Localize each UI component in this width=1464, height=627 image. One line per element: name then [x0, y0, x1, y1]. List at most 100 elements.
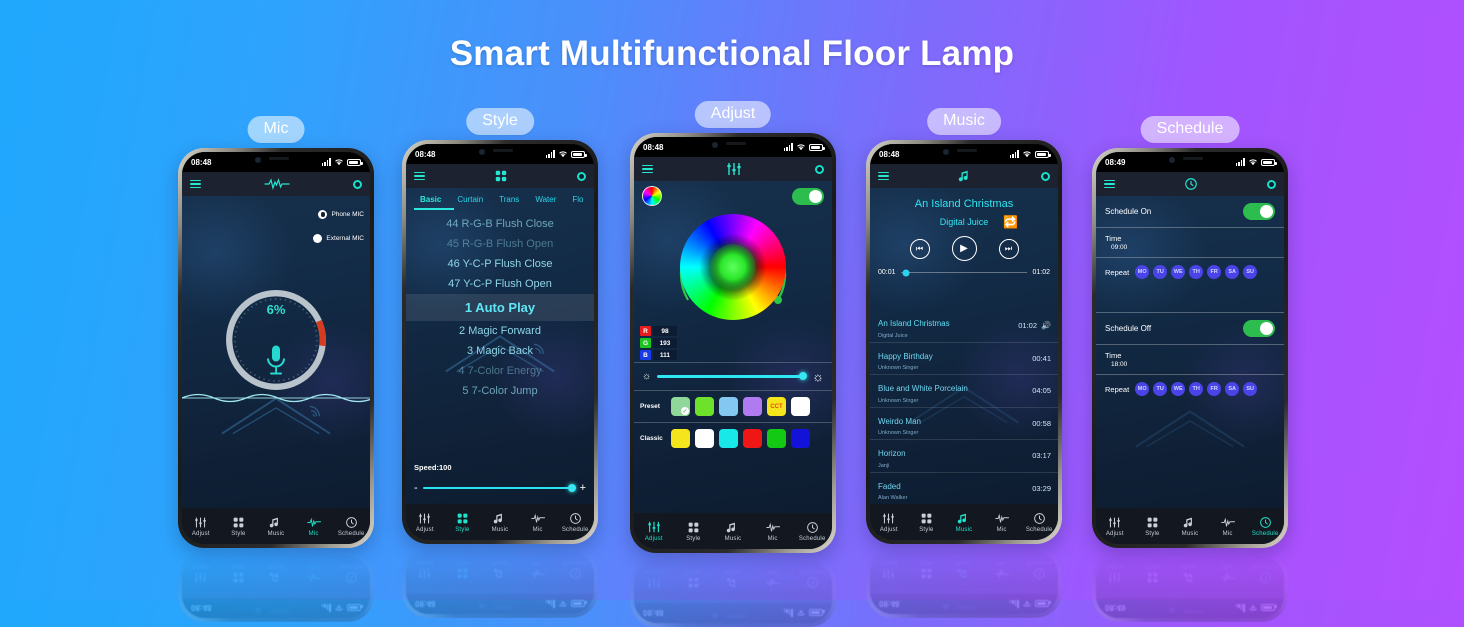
brightness-track[interactable]: [657, 372, 808, 381]
sidebar-item-style[interactable]: Style: [674, 521, 714, 542]
sidebar-item-music[interactable]: Music: [945, 512, 983, 533]
preset-swatch-3[interactable]: [743, 397, 762, 416]
speed-plus-button[interactable]: +: [580, 482, 586, 494]
preset-swatch-0[interactable]: ✓: [671, 397, 690, 416]
progress-knob[interactable]: [902, 269, 910, 276]
list-item[interactable]: Happy Birthday Unknown Singer 00:41: [870, 343, 1058, 375]
speed-slider[interactable]: - +: [414, 482, 586, 494]
sidebar-item-adjust[interactable]: Adjust: [1096, 516, 1134, 537]
sidebar-item-schedule[interactable]: Schedule: [1246, 564, 1284, 585]
preset-swatch-cct[interactable]: CCT: [767, 397, 786, 416]
sidebar-item-mic[interactable]: Mic: [519, 560, 557, 581]
tab-basic[interactable]: Basic: [412, 195, 449, 204]
sidebar-item-music[interactable]: Music: [713, 521, 753, 542]
preset-swatch-1[interactable]: [695, 397, 714, 416]
power-icon[interactable]: [815, 586, 824, 596]
list-item[interactable]: Blue and White Porcelain Unknown Singer …: [870, 375, 1058, 408]
day-mo[interactable]: MO: [1135, 265, 1150, 279]
sidebar-item-music[interactable]: Music: [481, 512, 519, 533]
power-icon[interactable]: [1041, 171, 1050, 181]
sidebar-item-adjust[interactable]: Adjust: [634, 568, 674, 590]
list-item[interactable]: 47 Y-C-P Flush Open: [406, 274, 594, 294]
sidebar-item-adjust[interactable]: Adjust: [634, 520, 674, 542]
sidebar-item-schedule[interactable]: Schedule: [556, 560, 594, 581]
power-icon[interactable]: [815, 164, 824, 174]
list-item[interactable]: 46 Y-C-P Flush Close: [406, 254, 594, 274]
sidebar-item-music[interactable]: Music: [713, 569, 753, 590]
sidebar-item-schedule[interactable]: Schedule: [332, 564, 370, 585]
color-picker-icon[interactable]: [642, 186, 662, 206]
preset-swatch-5[interactable]: [791, 397, 810, 416]
power-icon[interactable]: [1267, 581, 1276, 591]
schedule-on-toggle[interactable]: [1243, 203, 1275, 220]
sidebar-item-music[interactable]: Music: [1171, 564, 1209, 585]
hamburger-icon[interactable]: [1104, 581, 1115, 591]
hamburger-icon[interactable]: [642, 164, 653, 174]
sidebar-item-style[interactable]: Style: [220, 516, 258, 537]
power-icon[interactable]: [577, 577, 586, 587]
day-we[interactable]: WE: [1171, 265, 1186, 279]
day-su[interactable]: SU: [1243, 265, 1258, 279]
classic-swatch-3[interactable]: [743, 429, 762, 448]
schedule-off-row[interactable]: Schedule Off: [1096, 313, 1284, 344]
day-fr[interactable]: FR: [1207, 265, 1222, 279]
hamburger-icon[interactable]: [642, 586, 653, 596]
sidebar-item-adjust[interactable]: Adjust: [1096, 564, 1134, 585]
list-item[interactable]: 45 R-G-B Flush Open: [406, 234, 594, 254]
classic-swatch-1[interactable]: [695, 429, 714, 448]
sidebar-item-mic[interactable]: Mic: [1209, 564, 1247, 585]
sidebar-item-style[interactable]: Style: [1134, 516, 1172, 537]
progress-track[interactable]: [900, 269, 1028, 276]
preset-swatch-2[interactable]: [719, 397, 738, 416]
sidebar-item-mic[interactable]: Mic: [1209, 516, 1247, 537]
hamburger-icon[interactable]: [1104, 179, 1115, 189]
color-wheel[interactable]: [674, 208, 792, 326]
classic-swatch-5[interactable]: [791, 429, 810, 448]
radio-phone-mic[interactable]: Phone MIC: [318, 210, 364, 219]
sidebar-item-schedule[interactable]: Schedule: [1020, 512, 1058, 533]
classic-swatch-2[interactable]: [719, 429, 738, 448]
sidebar-item-mic[interactable]: Mic: [753, 569, 793, 590]
hamburger-icon[interactable]: [190, 581, 201, 591]
sidebar-item-music[interactable]: Music: [481, 560, 519, 581]
power-icon[interactable]: [353, 581, 362, 591]
schedule-on-time-value[interactable]: 09:00: [1096, 244, 1284, 257]
sidebar-item-style[interactable]: Style: [1134, 564, 1172, 585]
skip-forward-icon[interactable]: ⏭: [998, 238, 1019, 259]
brightness-knob[interactable]: [799, 372, 808, 381]
hamburger-icon[interactable]: [878, 171, 889, 181]
sidebar-item-style[interactable]: Style: [908, 560, 946, 581]
repeat-icon[interactable]: 🔁: [1003, 215, 1018, 229]
tab-trans[interactable]: Trans: [491, 195, 527, 204]
hamburger-icon[interactable]: [878, 577, 889, 587]
speed-knob[interactable]: [567, 483, 576, 492]
list-item[interactable]: 44 R-G-B Flush Close: [406, 214, 594, 234]
hamburger-icon[interactable]: [190, 179, 201, 189]
sidebar-item-schedule[interactable]: Schedule: [792, 521, 832, 542]
sidebar-item-adjust[interactable]: Adjust: [182, 564, 220, 585]
sidebar-item-mic[interactable]: Mic: [295, 516, 333, 537]
sidebar-item-mic[interactable]: Mic: [983, 560, 1021, 581]
radio-external-mic[interactable]: External MIC: [313, 234, 364, 243]
sidebar-item-style[interactable]: Style: [220, 564, 258, 585]
hamburger-icon[interactable]: [414, 577, 425, 587]
sidebar-item-adjust[interactable]: Adjust: [406, 560, 444, 581]
list-item[interactable]: Horizon Janji 03:17: [870, 440, 1058, 473]
list-item[interactable]: Weirdo Man Unknown Singer 00:58: [870, 408, 1058, 440]
play-icon[interactable]: ▶: [951, 236, 977, 261]
schedule-on-row[interactable]: Schedule On: [1096, 196, 1284, 227]
power-icon[interactable]: [1267, 179, 1276, 189]
list-item[interactable]: 5 7-Color Jump: [406, 381, 594, 401]
list-item[interactable]: 4 7-Color Energy: [406, 361, 594, 381]
skip-back-icon[interactable]: ⏮: [909, 238, 930, 259]
sidebar-item-schedule[interactable]: Schedule: [556, 512, 594, 533]
sidebar-item-adjust[interactable]: Adjust: [870, 560, 908, 581]
sidebar-item-music[interactable]: Music: [945, 560, 983, 581]
tab-flow[interactable]: Flo: [564, 195, 591, 204]
sidebar-item-style[interactable]: Style: [674, 569, 714, 590]
classic-swatch-4[interactable]: [767, 429, 786, 448]
schedule-off-toggle[interactable]: [1243, 320, 1275, 337]
sidebar-item-adjust[interactable]: Adjust: [182, 516, 220, 537]
sidebar-item-mic[interactable]: Mic: [753, 521, 793, 542]
sidebar-item-music[interactable]: Music: [257, 516, 295, 537]
